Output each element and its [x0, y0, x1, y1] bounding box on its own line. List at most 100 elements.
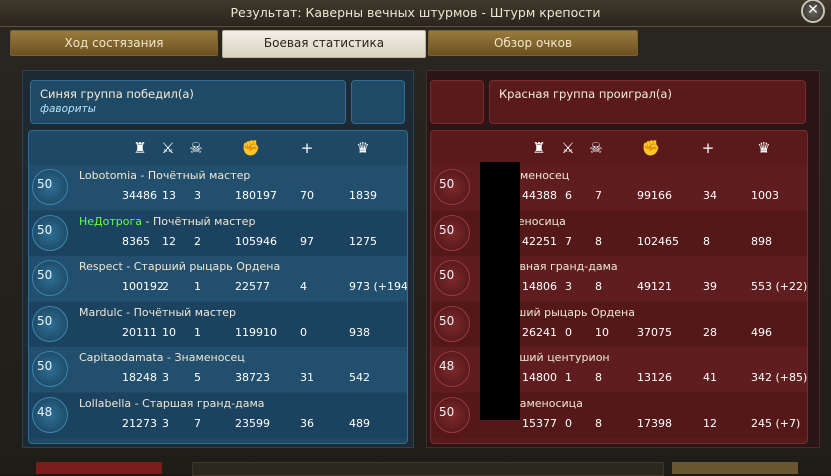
- stat-cell: 44388: [522, 189, 557, 202]
- stat-cell: 489: [349, 416, 370, 430]
- stat-cell: 0: [565, 416, 572, 430]
- name-separator: -: [122, 305, 134, 319]
- player-name[interactable]: Lobotomia: [79, 169, 137, 182]
- blue-team-stats-table: ♜ ⚔ ☠ ✊ + ♛ 50 Lobotomia - Почётный масте…: [28, 130, 408, 444]
- stat-cell: 41: [703, 371, 717, 384]
- player-level: 50: [37, 177, 53, 191]
- bottom-button-left[interactable]: [36, 462, 162, 474]
- stat-cell: 3: [565, 280, 572, 293]
- stat-cell: 5: [194, 371, 201, 384]
- player-level: 50: [439, 268, 455, 282]
- player-title: Старшая гранд-дама: [142, 396, 265, 410]
- stat-cell: 10: [595, 325, 609, 339]
- player-title: Старший рыцарь Ордена: [133, 260, 281, 273]
- fist-icon: ✊: [241, 139, 261, 157]
- player-row[interactable]: 50 Mardulc - Почётный мастер 20111 10 1 11991…: [29, 301, 407, 347]
- player-level: 50: [37, 313, 53, 328]
- fist-icon: ✊: [641, 139, 661, 157]
- stat-cell: 15377: [522, 416, 557, 430]
- stat-cell: 10: [162, 325, 176, 339]
- player-row[interactable]: 50 Respect - Старший рыцарь Ордена 100192 2…: [29, 256, 407, 301]
- red-team-banner: [430, 80, 484, 124]
- player-level: 50: [439, 404, 455, 419]
- stat-cell: 7: [595, 189, 602, 202]
- player-row[interactable]: 48 Lollabella - Старшая гранд-дама 21273 3 7…: [29, 392, 407, 438]
- stat-cell: 3: [162, 416, 169, 430]
- crown-icon: ♛: [356, 139, 370, 157]
- stat-cell: 8: [703, 234, 710, 248]
- player-level: 50: [439, 177, 455, 191]
- stat-cell: 2: [194, 234, 201, 248]
- player-title: Почётный мастер: [133, 305, 237, 319]
- stat-cell: 0: [565, 325, 572, 339]
- rook-icon: ♜: [133, 139, 147, 157]
- player-title: Почётный мастер: [147, 169, 251, 182]
- stat-cell: 70: [300, 189, 314, 202]
- player-name[interactable]: Lollabella: [79, 397, 131, 410]
- stat-cell: 38723: [235, 371, 270, 384]
- stat-cell: 36: [300, 416, 314, 430]
- player-row[interactable]: 50 Capitaodamata - Знаменосец 18248 3 5 38723…: [29, 347, 407, 392]
- skull-icon: ☠: [589, 139, 603, 157]
- stat-cell: 553 (+22): [751, 280, 808, 293]
- player-level: 48: [37, 404, 53, 419]
- player-name[interactable]: НеДотрога: [79, 215, 142, 228]
- stat-cell: 3: [162, 371, 169, 384]
- stat-cell: 0: [300, 325, 307, 339]
- player-title: Знаменосец: [174, 351, 245, 364]
- stat-cell: 342 (+85): [751, 371, 808, 384]
- player-row[interactable]: 50 НеДотрога - Почётный мастер 8365 12 2 1059…: [29, 210, 407, 256]
- name-separator: -: [163, 351, 175, 364]
- stat-cell: 1003: [751, 189, 779, 202]
- player-row[interactable]: 50 Lobotomia - Почётный мастер 34486 13 3 180…: [29, 165, 407, 210]
- stat-cell: 542: [349, 371, 370, 384]
- stat-cell: 8: [595, 234, 602, 248]
- blue-team-banner: [351, 80, 405, 124]
- close-icon[interactable]: ✕: [801, 0, 825, 23]
- stat-cell: 119910: [235, 325, 277, 339]
- blue-team-title: Синяя группа победил(а): [40, 87, 194, 101]
- stat-cell: 1: [194, 280, 201, 293]
- player-name[interactable]: Mardulc: [79, 306, 123, 319]
- stat-cell: 7: [194, 416, 201, 430]
- stat-cell: 938: [349, 325, 370, 339]
- player-name-title: Respect - Старший рыцарь Ордена: [79, 260, 280, 273]
- skull-icon: ☠: [189, 139, 203, 157]
- name-separator: -: [142, 214, 153, 228]
- tab-battle-stats[interactable]: Боевая статистика: [222, 30, 426, 58]
- player-name-title: Lobotomia - Почётный мастер: [79, 169, 250, 182]
- red-team-header: Красная группа проиграл(а): [489, 80, 806, 124]
- stat-cell: 1839: [349, 189, 377, 202]
- stat-cell: 13126: [637, 371, 672, 384]
- stat-cell: 14800: [522, 371, 557, 384]
- stat-cell: 49121: [637, 280, 672, 293]
- stat-cell: 39: [703, 280, 717, 293]
- player-name[interactable]: Respect: [79, 260, 123, 273]
- player-name[interactable]: Capitaodamata: [79, 351, 163, 364]
- stat-cell: 31: [300, 371, 314, 384]
- stat-cell: 7: [565, 234, 572, 248]
- crossed-swords-icon: ⚔: [161, 139, 175, 157]
- stat-cell: 42251: [522, 234, 557, 248]
- stat-cell: 12: [162, 234, 176, 248]
- redacted-area: [480, 162, 520, 420]
- stat-cell: 22577: [235, 280, 270, 293]
- tab-match-progress[interactable]: Ход состязания: [10, 30, 218, 56]
- stat-cell: 4: [300, 280, 307, 293]
- player-name-title: Lollabella - Старшая гранд-дама: [79, 397, 264, 410]
- stat-cell: 34: [703, 189, 717, 202]
- stat-cell: 1275: [349, 234, 377, 248]
- stat-cell: 28: [703, 325, 717, 339]
- stat-cell: 1: [565, 371, 572, 384]
- stat-cell: 8: [595, 280, 602, 293]
- tab-score-overview[interactable]: Обзор очков: [428, 30, 638, 56]
- bottom-button-right[interactable]: [672, 462, 798, 474]
- plus-icon: +: [300, 139, 314, 157]
- red-team-title: Красная группа проиграл(а): [499, 87, 672, 101]
- player-level: 50: [439, 222, 455, 237]
- stat-cell: 6: [565, 189, 572, 202]
- player-level: 50: [37, 222, 53, 237]
- name-separator: -: [122, 260, 134, 273]
- blue-team-subtitle: фавориты: [40, 103, 96, 115]
- stat-cell: 973 (+1946): [349, 280, 408, 293]
